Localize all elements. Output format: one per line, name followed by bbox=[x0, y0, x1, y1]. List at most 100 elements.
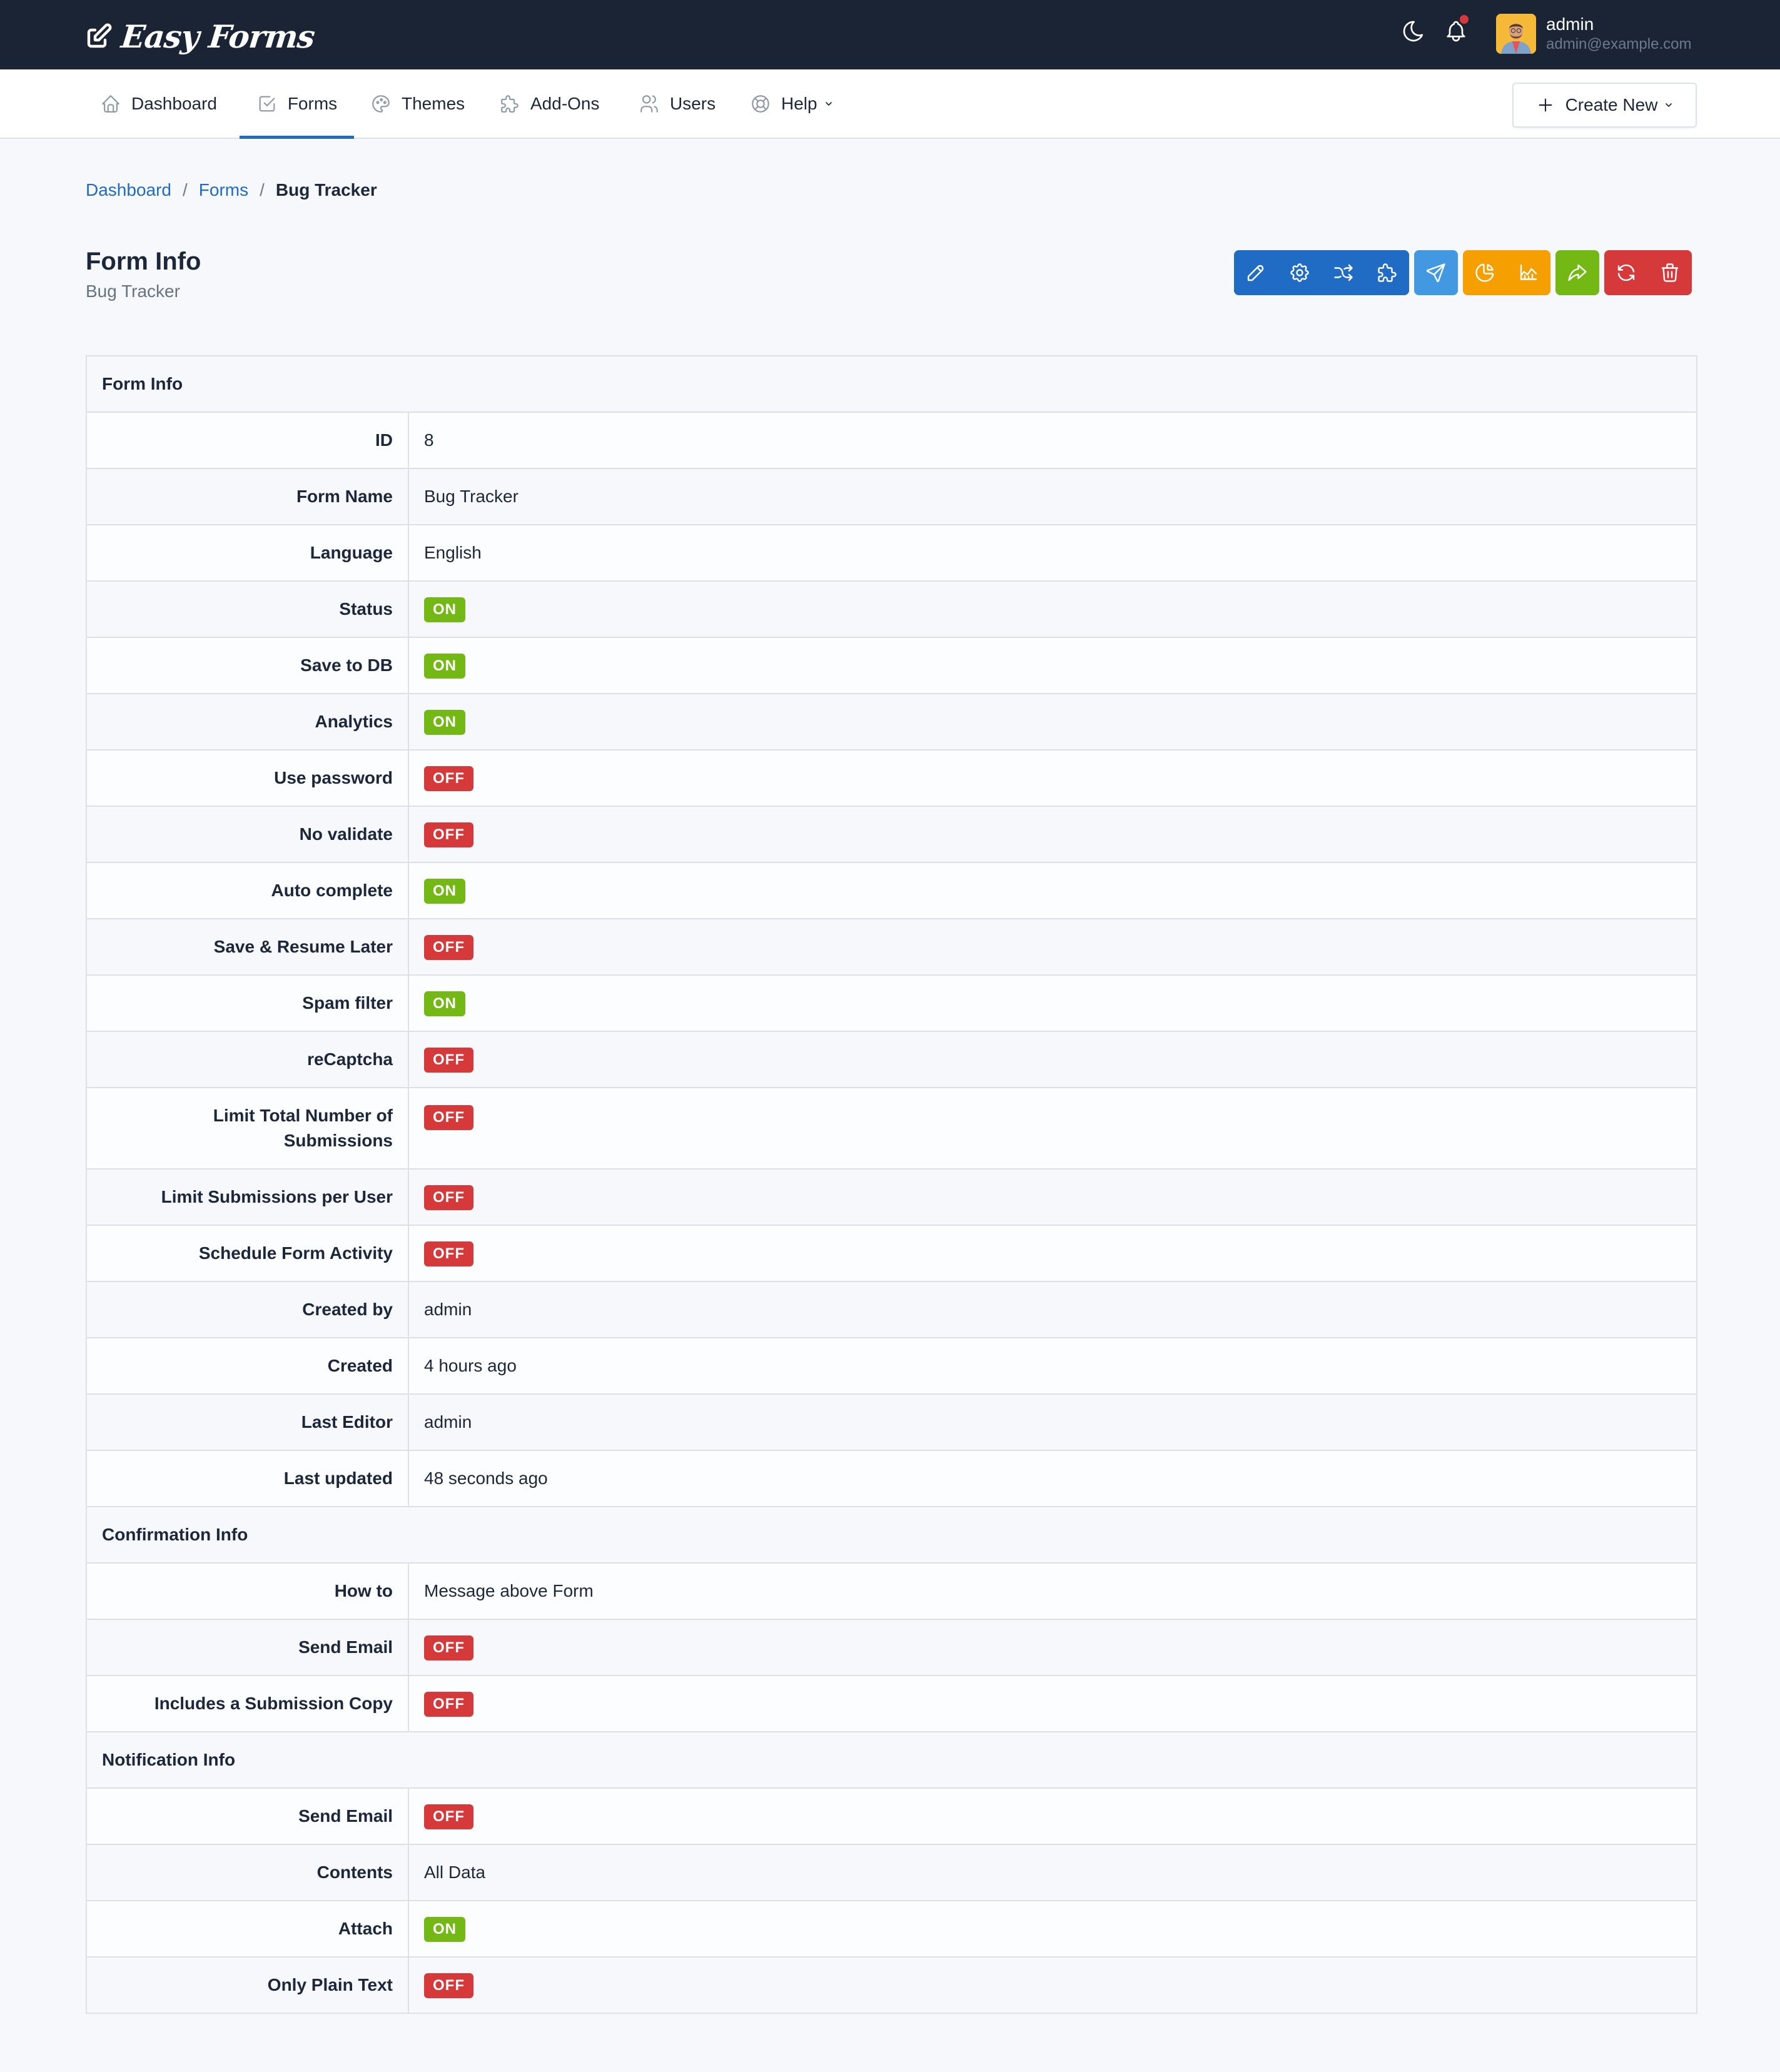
top-header: Easy Forms admin admin@example.com bbox=[0, 0, 1780, 69]
status-badge-off: OFF bbox=[424, 1048, 473, 1073]
stats-actions-group bbox=[1463, 250, 1550, 295]
table-row: ID 8 bbox=[86, 412, 1697, 468]
nav-item-help[interactable]: Help bbox=[750, 69, 834, 138]
row-label: Save & Resume Later bbox=[86, 918, 409, 975]
row-value: 48 seconds ago bbox=[408, 1450, 1697, 1507]
danger-actions-group bbox=[1604, 250, 1692, 295]
table-row: reCaptcha OFF bbox=[86, 1031, 1697, 1088]
table-row: Spam filter ON bbox=[86, 974, 1697, 1031]
row-label: Attach bbox=[86, 1900, 409, 1957]
form-add-ons-button[interactable] bbox=[1365, 250, 1409, 295]
puzzle-icon bbox=[499, 93, 520, 114]
status-badge-off: OFF bbox=[424, 935, 473, 960]
view-submissions-button[interactable] bbox=[1555, 250, 1599, 295]
table-row: Send Email OFF bbox=[86, 1787, 1697, 1844]
table-row: Save to DB ON bbox=[86, 637, 1697, 694]
publish-share-button[interactable] bbox=[1414, 250, 1458, 295]
row-label: Limit Total Number of Submissions bbox=[86, 1087, 409, 1169]
status-badge-on: ON bbox=[424, 597, 465, 622]
section-header-row: Form Info bbox=[86, 355, 1697, 412]
form-settings-button[interactable] bbox=[1278, 250, 1322, 295]
nav-label: Forms bbox=[287, 93, 338, 113]
section-header-row: Confirmation Info bbox=[86, 1506, 1697, 1563]
row-value: OFF bbox=[408, 1675, 1697, 1732]
edit-form-button[interactable] bbox=[1234, 250, 1278, 295]
table-row: Use password OFF bbox=[86, 749, 1697, 806]
chart-pie-icon bbox=[1474, 261, 1496, 284]
theme-toggle-button[interactable] bbox=[1401, 19, 1426, 44]
row-label: No validate bbox=[86, 806, 409, 862]
page-title: Form Info bbox=[86, 248, 201, 275]
nav-item-dashboard[interactable]: Dashboard bbox=[100, 69, 217, 138]
nav-item-forms[interactable]: Forms bbox=[240, 69, 354, 139]
lifebuoy-icon bbox=[750, 93, 771, 114]
table-row: Limit Total Number of Submissions OFF bbox=[86, 1087, 1697, 1169]
row-value: OFF bbox=[408, 1225, 1697, 1281]
nav-label: Dashboard bbox=[131, 93, 217, 113]
row-label: Send Email bbox=[86, 1619, 409, 1675]
breadcrumb-forms[interactable]: Forms bbox=[199, 180, 248, 200]
share-forward-icon bbox=[1566, 261, 1589, 284]
nav-label: Add-Ons bbox=[530, 93, 600, 113]
table-row: Created 4 hours ago bbox=[86, 1337, 1697, 1394]
users-icon bbox=[639, 93, 660, 114]
row-value: admin bbox=[408, 1393, 1697, 1450]
table-row: Save & Resume Later OFF bbox=[86, 918, 1697, 975]
reset-stats-button[interactable] bbox=[1604, 250, 1648, 295]
table-row: Limit Submissions per User OFF bbox=[86, 1168, 1697, 1225]
trash-icon bbox=[1659, 261, 1681, 284]
status-badge-on: ON bbox=[424, 1917, 465, 1942]
row-label: Save to DB bbox=[86, 637, 409, 694]
row-label: Schedule Form Activity bbox=[86, 1225, 409, 1281]
nav-item-themes[interactable]: Themes bbox=[370, 69, 465, 138]
table-row: Created by admin bbox=[86, 1281, 1697, 1338]
form-rules-button[interactable] bbox=[1322, 250, 1365, 295]
notifications-button[interactable] bbox=[1444, 15, 1469, 44]
nav-item-users[interactable]: Users bbox=[639, 69, 716, 138]
brand-name: Easy Forms bbox=[119, 18, 316, 55]
row-label: Created by bbox=[86, 1281, 409, 1338]
row-label: ID bbox=[86, 412, 409, 468]
user-menu[interactable]: admin admin@example.com bbox=[1496, 14, 1691, 54]
brand-logo[interactable]: Easy Forms bbox=[84, 18, 316, 55]
edit-actions-group bbox=[1234, 250, 1409, 295]
create-new-button[interactable]: Create New bbox=[1512, 83, 1697, 128]
row-value: 4 hours ago bbox=[408, 1337, 1697, 1394]
send-icon bbox=[1425, 261, 1447, 284]
nav-item-add-ons[interactable]: Add-Ons bbox=[499, 69, 600, 138]
row-value: OFF bbox=[408, 918, 1697, 975]
section-title: Form Info bbox=[86, 355, 1697, 412]
row-value: ON bbox=[408, 580, 1697, 637]
breadcrumb-current: Bug Tracker bbox=[275, 180, 377, 200]
row-label: Only Plain Text bbox=[86, 1956, 409, 2013]
row-value: OFF bbox=[408, 1619, 1697, 1675]
delete-form-button[interactable] bbox=[1648, 250, 1692, 295]
row-value: OFF bbox=[408, 1087, 1697, 1169]
table-row: Attach ON bbox=[86, 1900, 1697, 1957]
chevron-down-icon bbox=[1664, 100, 1674, 110]
submission-stats-button[interactable] bbox=[1507, 250, 1550, 295]
chevron-down-icon bbox=[824, 99, 834, 109]
row-value: Bug Tracker bbox=[408, 468, 1697, 525]
row-label: Contents bbox=[86, 1844, 409, 1901]
nav-label: Themes bbox=[402, 93, 465, 113]
row-label: Send Email bbox=[86, 1787, 409, 1844]
table-row: Last Editor admin bbox=[86, 1393, 1697, 1450]
form-analytics-button[interactable] bbox=[1463, 250, 1507, 295]
row-label: Last Editor bbox=[86, 1393, 409, 1450]
row-label: Status bbox=[86, 580, 409, 637]
status-badge-off: OFF bbox=[424, 766, 473, 791]
status-badge-on: ON bbox=[424, 991, 465, 1016]
user-name: admin bbox=[1546, 14, 1594, 34]
breadcrumb-dashboard[interactable]: Dashboard bbox=[86, 180, 171, 200]
table-row: How to Message above Form bbox=[86, 1562, 1697, 1619]
section-title: Confirmation Info bbox=[86, 1506, 1697, 1563]
status-badge-off: OFF bbox=[424, 1692, 473, 1717]
home-icon bbox=[100, 93, 121, 114]
table-row: Schedule Form Activity OFF bbox=[86, 1225, 1697, 1281]
row-label: Analytics bbox=[86, 693, 409, 750]
row-value: OFF bbox=[408, 1168, 1697, 1225]
share-actions-group bbox=[1414, 250, 1458, 295]
user-email: admin@example.com bbox=[1546, 36, 1692, 53]
row-value: ON bbox=[408, 974, 1697, 1031]
